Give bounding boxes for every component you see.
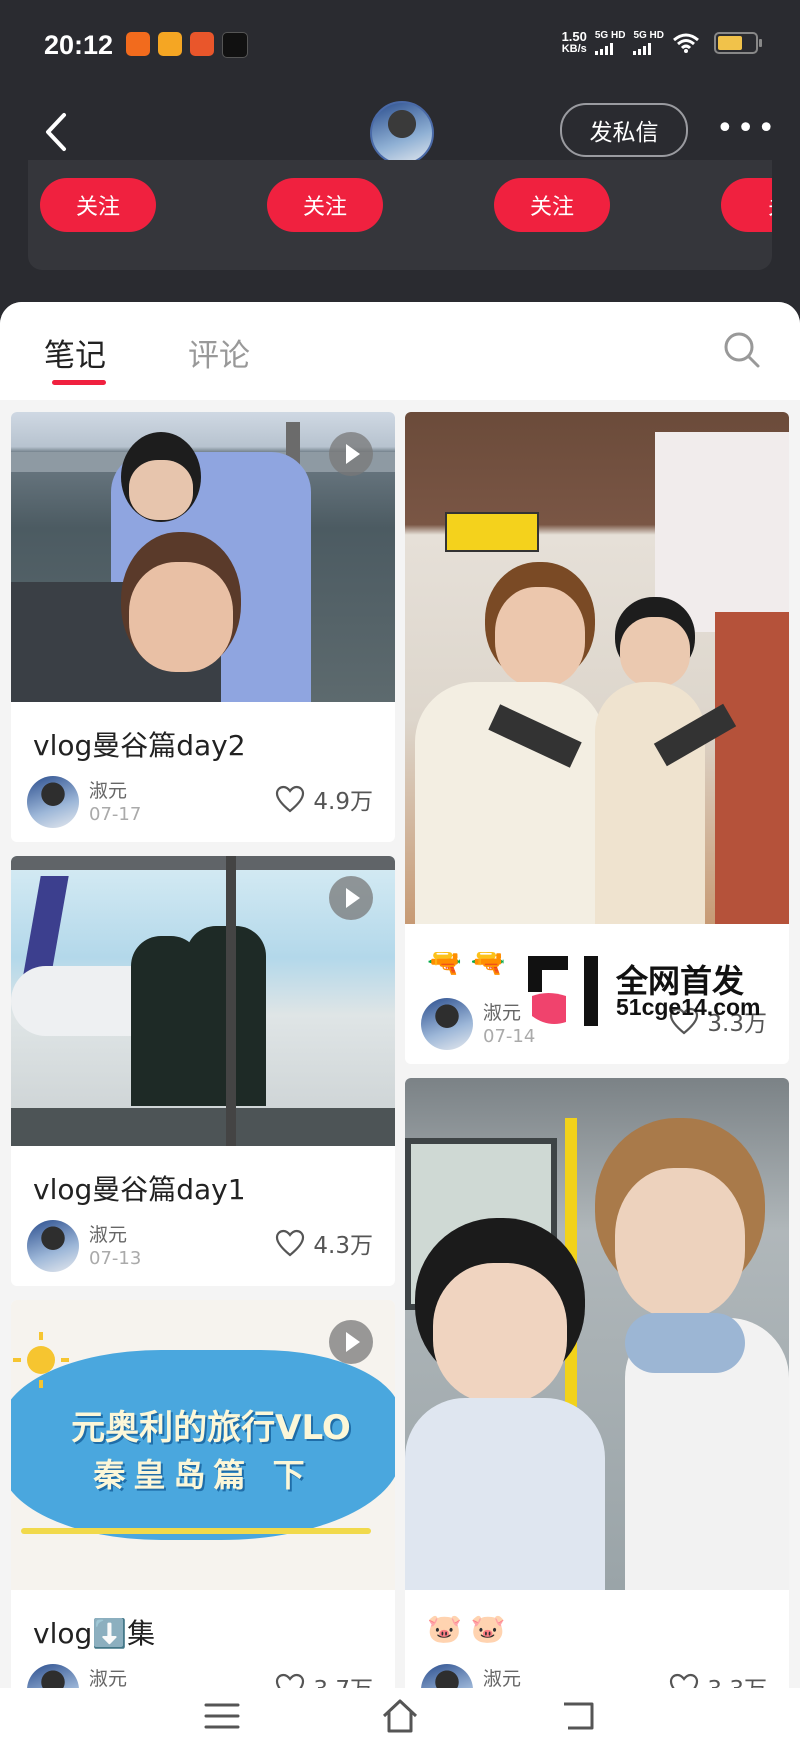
note-title: vlog曼谷篇day1 xyxy=(33,1173,246,1206)
heart-icon xyxy=(276,785,305,813)
note-cover xyxy=(405,412,789,924)
status-right: 1.50 KB/s 5G HD 5G HD xyxy=(561,29,762,56)
note-card[interactable]: vlog曼谷篇day2 淑元 07-17 4.9万 xyxy=(11,412,395,842)
recommended-users-strip: 关注 关注 关注 关 xyxy=(28,160,772,270)
follow-button[interactable]: 关注 xyxy=(267,178,383,232)
system-nav-bar xyxy=(0,1688,800,1747)
heart-icon xyxy=(276,1229,305,1257)
signal-1: 5G HD xyxy=(594,31,626,55)
battery-icon xyxy=(714,32,762,54)
note-date: 07-17 xyxy=(89,804,142,825)
more-options-icon[interactable]: ••• xyxy=(716,111,778,146)
note-cover xyxy=(11,856,395,1146)
note-cover xyxy=(11,412,395,702)
content-tabs: 笔记 评论 xyxy=(0,302,800,400)
sun-icon xyxy=(13,1332,69,1388)
author-name: 淑元 xyxy=(89,780,128,802)
author-name: 淑元 xyxy=(483,1668,522,1690)
watermark: 全网首发 51cge14.com xyxy=(528,956,800,1026)
status-time: 20:12 xyxy=(44,30,114,60)
author-name: 淑元 xyxy=(483,1002,522,1024)
signal-2: 5G HD xyxy=(633,31,664,55)
signal-bars-icon xyxy=(594,43,626,55)
menu-icon[interactable] xyxy=(202,1696,242,1736)
follow-button[interactable]: 关注 xyxy=(40,178,156,232)
video-play-icon xyxy=(329,1320,373,1364)
author-name: 淑元 xyxy=(89,1668,128,1690)
tiktok-app-icon xyxy=(222,32,248,58)
note-date: 07-13 xyxy=(89,1248,142,1269)
taobao-app-icon xyxy=(126,32,150,56)
back-nav-icon[interactable] xyxy=(558,1696,598,1736)
note-title: 🐷 🐷 xyxy=(427,1612,506,1645)
note-cover xyxy=(405,1078,789,1590)
note-card[interactable]: 🐷 🐷 淑元 3.3万 xyxy=(405,1078,789,1730)
notes-column-left: vlog曼谷篇day2 淑元 07-17 4.9万 vlog曼谷篇day1 淑元… xyxy=(11,412,395,1744)
tab-notes[interactable]: 笔记 xyxy=(44,330,106,375)
like-button[interactable]: 4.9万 xyxy=(275,782,373,816)
net-speed: 1.50 KB/s xyxy=(561,29,587,55)
note-meta: 淑元 07-13 4.3万 xyxy=(11,1212,395,1286)
tab-comments[interactable]: 评论 xyxy=(188,330,250,375)
video-play-icon xyxy=(329,876,373,920)
send-message-button[interactable]: 发私信 xyxy=(560,103,688,157)
like-count: 4.9万 xyxy=(313,789,373,815)
like-button[interactable]: 4.3万 xyxy=(275,1226,373,1260)
follow-button[interactable]: 关 xyxy=(721,178,772,232)
watermark-text-2: 51cge14.com xyxy=(616,994,761,1020)
cover-title-line1: 元奥利的旅行VLO xyxy=(71,1408,351,1448)
notes-column-right: 🔫 🔫 淑元 07-14 3.3万 🐷 🐷 淑元 xyxy=(405,412,789,1744)
signal-bars-icon xyxy=(633,43,664,55)
weibo-app-icon xyxy=(158,32,182,56)
note-cover: 元奥利的旅行VLO 秦皇岛篇 下 xyxy=(11,1300,395,1590)
note-title: vlog曼谷篇day2 xyxy=(33,729,246,762)
back-arrow-icon[interactable] xyxy=(38,107,78,157)
active-tab-indicator xyxy=(52,380,106,385)
home-icon[interactable] xyxy=(380,1696,420,1736)
author-avatar[interactable] xyxy=(27,776,79,828)
cover-title-line2: 秦皇岛篇 下 xyxy=(93,1456,313,1494)
note-meta: 淑元 07-17 4.9万 xyxy=(11,768,395,842)
profile-avatar[interactable] xyxy=(370,101,434,165)
video-play-icon xyxy=(329,432,373,476)
search-icon[interactable] xyxy=(722,330,762,370)
note-card[interactable]: vlog曼谷篇day1 淑元 07-13 4.3万 xyxy=(11,856,395,1286)
status-bar: 20:12 1.50 KB/s 5G HD 5G HD xyxy=(0,0,800,95)
wifi-icon xyxy=(673,33,699,53)
note-date: 07-14 xyxy=(483,1026,536,1047)
status-app-icons xyxy=(126,32,248,58)
watermark-logo xyxy=(528,956,598,1026)
author-avatar[interactable] xyxy=(421,998,473,1050)
follow-button[interactable]: 关注 xyxy=(494,178,610,232)
note-card[interactable]: 元奥利的旅行VLO 秦皇岛篇 下 vlog⬇️集 淑元 3.7万 xyxy=(11,1300,395,1730)
author-name: 淑元 xyxy=(89,1224,128,1246)
author-avatar[interactable] xyxy=(27,1220,79,1272)
note-title: vlog⬇️集 xyxy=(33,1617,156,1650)
store-app-icon xyxy=(190,32,214,56)
like-count: 4.3万 xyxy=(313,1233,373,1259)
